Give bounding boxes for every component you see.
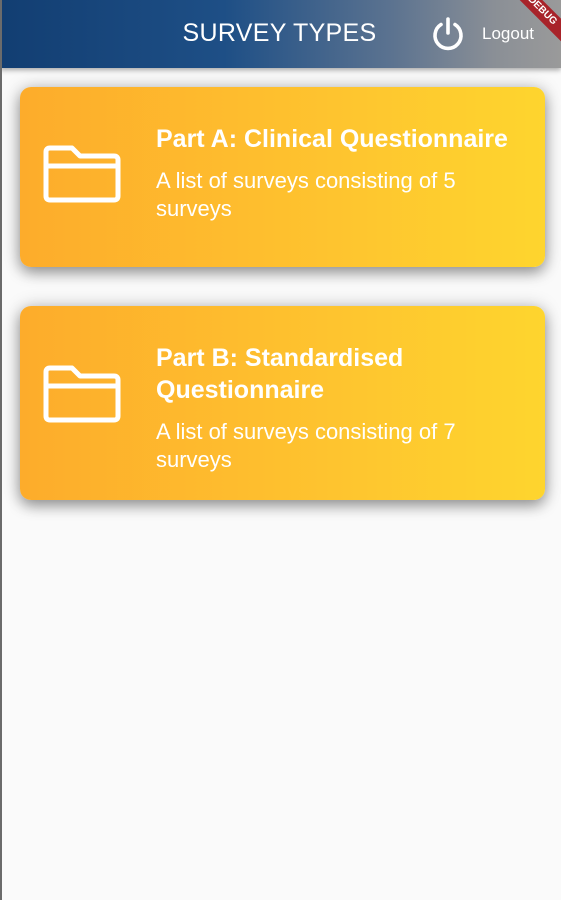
folder-icon [43,365,121,423]
card-title: Part A: Clinical Questionnaire [156,125,508,153]
power-icon [433,17,463,51]
card-text: Part B: Standardised Questionnaire A lis… [156,342,527,474]
card-subtitle: A list of surveys consisting of 5 survey… [156,168,456,221]
card-text: Part A: Clinical Questionnaire A list of… [156,123,527,223]
logout-label: Logout [482,24,534,43]
folder-icon [43,145,121,203]
logout-button[interactable]: Logout [430,16,534,52]
screen-edge [0,0,2,900]
card-subtitle: A list of surveys consisting of 7 survey… [156,419,456,472]
app-bar: SURVEY TYPES Logout DEBUG [0,0,561,68]
card-title: Part B: Standardised Questionnaire [156,344,404,404]
